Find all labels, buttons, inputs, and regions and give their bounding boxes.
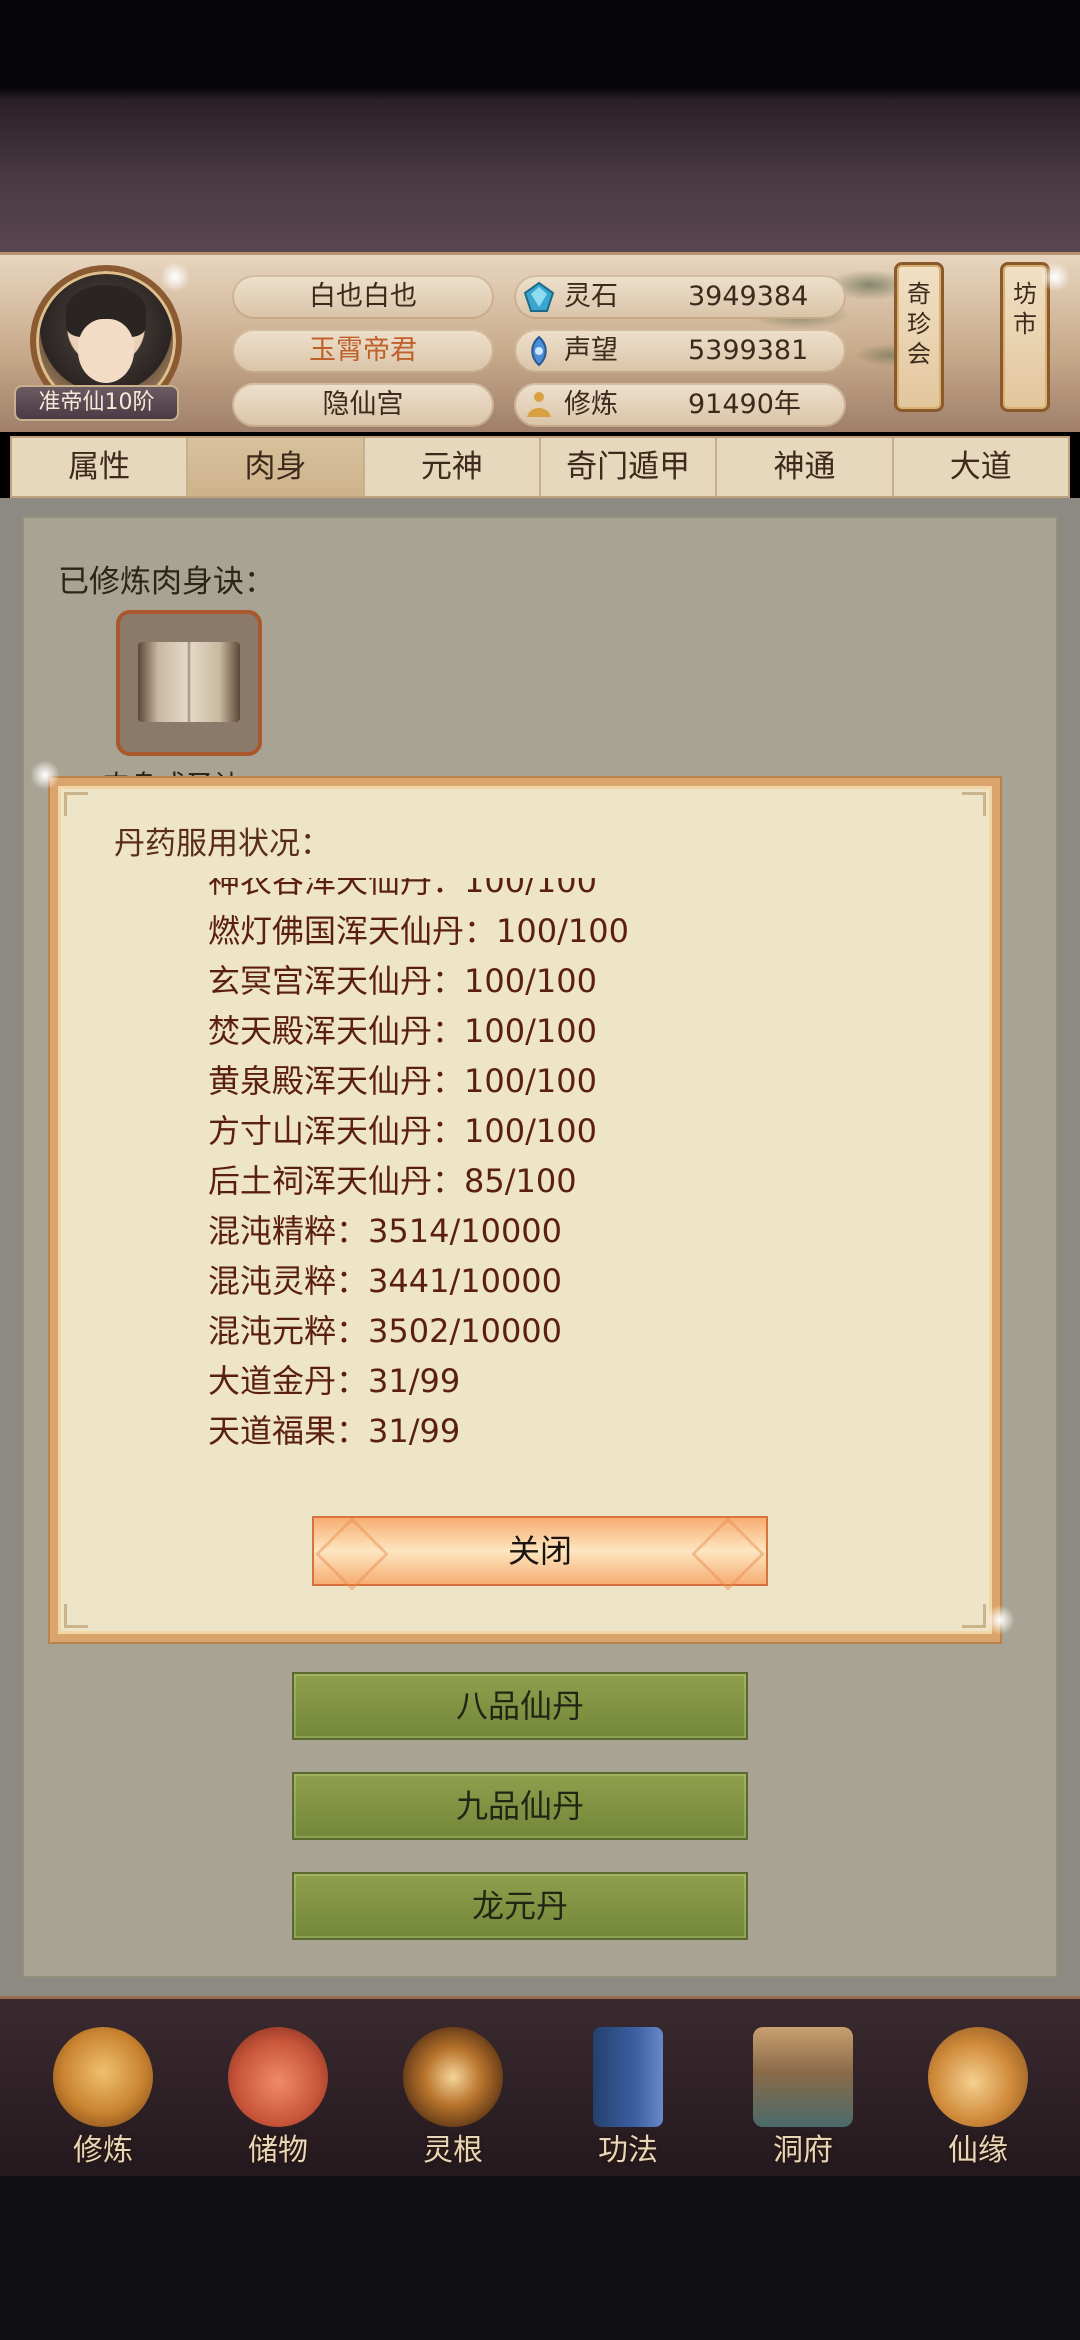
technique-book-icon	[593, 2027, 663, 2127]
nav-spirit-root[interactable]: 灵根	[378, 2017, 528, 2168]
player-title: 玉霄帝君	[232, 329, 494, 373]
body-technique-slot[interactable]	[116, 610, 262, 756]
list-item: 混沌精粹：3514/10000	[208, 1212, 563, 1250]
sparkle-decoration	[30, 760, 60, 790]
sparkle-decoration	[1040, 262, 1070, 292]
nav-storage[interactable]: 储物	[203, 2017, 353, 2168]
resource-label: 修炼	[564, 389, 618, 420]
storage-bag-icon	[228, 2027, 328, 2127]
tab-powers[interactable]: 神通	[717, 438, 894, 496]
bottom-bar-area	[0, 2176, 1080, 2340]
nav-label: 储物	[248, 2133, 308, 2168]
list-item: 天道福果：31/99	[208, 1412, 461, 1450]
pill-list: 神农谷浑天仙丹：100/100 燃灯佛国浑天仙丹：100/100 玄冥宫浑天仙丹…	[208, 878, 968, 1456]
treasure-fair-sign[interactable]: 奇 珍 会	[894, 262, 944, 412]
close-button[interactable]: 关闭	[312, 1516, 768, 1586]
tab-bar: 属性 肉身 元神 奇门遁甲 神通 大道	[10, 436, 1070, 498]
nav-technique[interactable]: 功法	[553, 2017, 703, 2168]
fortune-icon	[928, 2027, 1028, 2127]
sparkle-decoration	[160, 262, 190, 292]
list-item: 黄泉殿浑天仙丹：100/100	[208, 1062, 597, 1100]
spirit-stone-icon	[523, 281, 555, 312]
resource-value: 5399381	[688, 335, 809, 366]
nav-cultivate[interactable]: 修炼	[28, 2017, 178, 2168]
spirit-root-icon	[403, 2027, 503, 2127]
tab-qimen[interactable]: 奇门遁甲	[541, 438, 718, 496]
corner-ornament	[64, 792, 88, 816]
cave-house-icon	[753, 2027, 853, 2127]
bottom-nav: 修炼 储物 灵根 功法 洞府 仙缘	[0, 1996, 1080, 2176]
ninth-grade-pill-button[interactable]: 九品仙丹	[292, 1772, 748, 1840]
sparkle-decoration	[985, 1605, 1015, 1635]
nav-label: 洞府	[773, 2133, 833, 2168]
tab-attributes[interactable]: 属性	[12, 438, 189, 496]
sign-char: 市	[1013, 310, 1037, 338]
nav-cave-house[interactable]: 洞府	[728, 2017, 878, 2168]
resource-prestige: 声望 5399381	[514, 329, 846, 373]
list-item: 大道金丹：31/99	[208, 1362, 461, 1400]
nav-label: 仙缘	[948, 2133, 1008, 2168]
eighth-grade-pill-button[interactable]: 八品仙丹	[292, 1672, 748, 1740]
rank-badge: 准帝仙10阶	[14, 385, 179, 421]
resource-value: 91490年	[688, 389, 801, 420]
list-item: 后土祠浑天仙丹：85/100	[208, 1162, 577, 1200]
resource-label: 灵石	[564, 281, 618, 312]
tab-soul[interactable]: 元神	[365, 438, 541, 496]
meditation-icon	[527, 392, 551, 417]
sign-char: 珍	[907, 310, 931, 338]
list-item: 方寸山浑天仙丹：100/100	[208, 1112, 597, 1150]
avatar-face	[78, 319, 134, 383]
nav-label: 灵根	[423, 2133, 483, 2168]
cultivate-icon	[53, 2027, 153, 2127]
corner-ornament	[962, 792, 986, 816]
list-item: 玄冥宫浑天仙丹：100/100	[208, 962, 597, 1000]
pill-list-scroll[interactable]: 神农谷浑天仙丹：100/100 燃灯佛国浑天仙丹：100/100 玄冥宫浑天仙丹…	[58, 878, 992, 1468]
corner-ornament	[64, 1604, 88, 1628]
resource-value: 3949384	[688, 281, 809, 312]
pill-status-dialog: 丹药服用状况： 神农谷浑天仙丹：100/100 燃灯佛国浑天仙丹：100/100…	[50, 778, 1000, 1642]
nav-label: 修炼	[73, 2133, 133, 2168]
section-label: 已修炼肉身诀：	[58, 564, 275, 600]
open-book-icon	[138, 642, 240, 722]
list-item: 焚天殿浑天仙丹：100/100	[208, 1012, 597, 1050]
list-item: 燃灯佛国浑天仙丹：100/100	[208, 912, 629, 950]
sign-char: 会	[907, 340, 931, 368]
list-item: 混沌元粹：3502/10000	[208, 1312, 563, 1350]
tab-body[interactable]: 肉身	[188, 438, 365, 496]
corner-ornament	[962, 1604, 986, 1628]
list-item: 混沌灵粹：3441/10000	[208, 1262, 563, 1300]
top-background	[0, 0, 1080, 255]
sign-char: 奇	[907, 280, 931, 308]
resource-cultivation: 修炼 91490年	[514, 383, 846, 427]
tab-dao[interactable]: 大道	[894, 438, 1068, 496]
player-name: 白也白也	[232, 275, 494, 319]
list-item: 神农谷浑天仙丹：100/100	[208, 878, 597, 900]
prestige-icon	[531, 335, 547, 367]
dialog-title: 丹药服用状况：	[114, 826, 331, 862]
resource-label: 声望	[564, 335, 618, 366]
player-sect: 隐仙宫	[232, 383, 494, 427]
dragon-pill-button[interactable]: 龙元丹	[292, 1872, 748, 1940]
nav-fortune[interactable]: 仙缘	[903, 2017, 1053, 2168]
resource-spirit-stone: 灵石 3949384	[514, 275, 846, 319]
nav-label: 功法	[598, 2133, 658, 2168]
